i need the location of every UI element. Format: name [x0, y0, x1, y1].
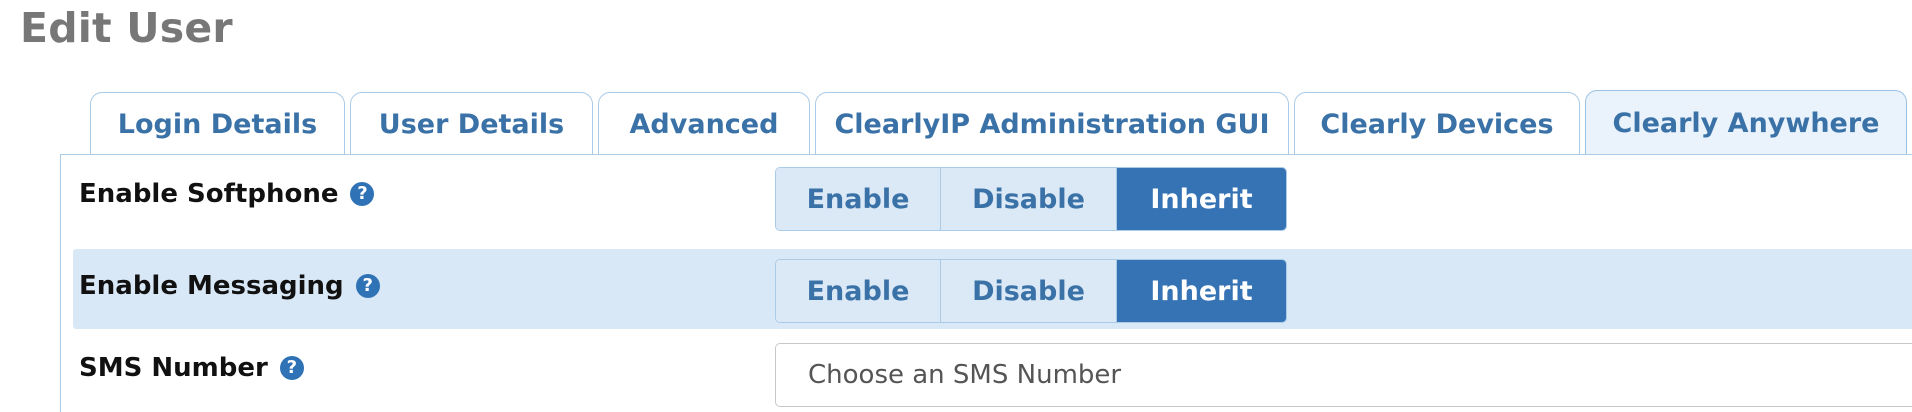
messaging-row: Enable Messaging ? Enable Disable Inheri… [73, 249, 1912, 329]
tab-user-details[interactable]: User Details [350, 92, 593, 155]
messaging-label: Enable Messaging [79, 271, 344, 301]
softphone-label-wrap: Enable Softphone ? [79, 179, 375, 209]
tab-clearly-devices[interactable]: Clearly Devices [1294, 92, 1580, 155]
tab-login-details[interactable]: Login Details [90, 92, 345, 155]
softphone-toggle-group: Enable Disable Inherit [775, 167, 1287, 231]
sms-label-wrap: SMS Number ? [79, 353, 304, 383]
softphone-enable-button[interactable]: Enable [776, 168, 941, 230]
edit-user-page: Edit User Login Details User Details Adv… [0, 0, 1912, 412]
messaging-disable-button[interactable]: Disable [941, 260, 1117, 322]
sms-number-select[interactable]: Choose an SMS Number [775, 343, 1912, 407]
tab-clearly-anywhere[interactable]: Clearly Anywhere [1585, 90, 1907, 155]
tab-advanced[interactable]: Advanced [598, 92, 810, 155]
messaging-inherit-button[interactable]: Inherit [1117, 260, 1286, 322]
tab-clearlyip-administration-gui[interactable]: ClearlyIP Administration GUI [815, 92, 1289, 155]
help-icon[interactable]: ? [355, 274, 380, 298]
messaging-label-wrap: Enable Messaging ? [79, 271, 380, 301]
sms-number-label: SMS Number [79, 353, 268, 383]
sms-number-row: SMS Number ? Choose an SMS Number [73, 331, 1912, 411]
tab-bar: Login Details User Details Advanced Clea… [90, 90, 1907, 155]
softphone-inherit-button[interactable]: Inherit [1117, 168, 1286, 230]
clearly-anywhere-panel: Enable Softphone ? Enable Disable Inheri… [60, 154, 1912, 412]
messaging-enable-button[interactable]: Enable [776, 260, 941, 322]
help-icon[interactable]: ? [350, 182, 375, 206]
softphone-row: Enable Softphone ? Enable Disable Inheri… [73, 157, 1912, 237]
softphone-disable-button[interactable]: Disable [941, 168, 1117, 230]
help-icon[interactable]: ? [279, 356, 304, 380]
page-title: Edit User [20, 4, 233, 52]
messaging-toggle-group: Enable Disable Inherit [775, 259, 1287, 323]
softphone-label: Enable Softphone [79, 179, 339, 209]
